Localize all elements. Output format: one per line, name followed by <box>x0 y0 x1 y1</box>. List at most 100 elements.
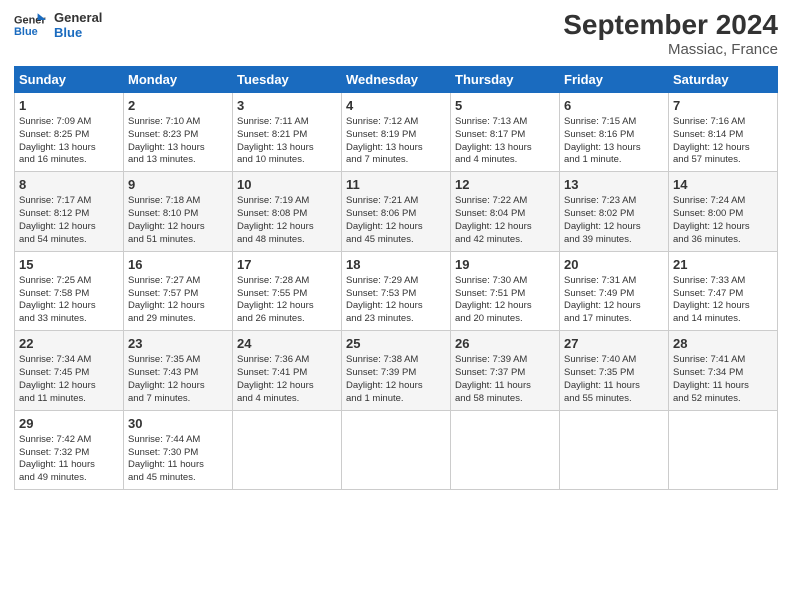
day-details: Sunrise: 7:11 AMSunset: 8:21 PMDaylight:… <box>237 116 337 167</box>
calendar-cell: 20Sunrise: 7:31 AMSunset: 7:49 PMDayligh… <box>560 251 669 330</box>
day-details: Sunrise: 7:18 AMSunset: 8:10 PMDaylight:… <box>128 195 228 246</box>
calendar-cell: 21Sunrise: 7:33 AMSunset: 7:47 PMDayligh… <box>669 251 778 330</box>
calendar-cell: 14Sunrise: 7:24 AMSunset: 8:00 PMDayligh… <box>669 172 778 251</box>
day-number: 2 <box>128 97 228 115</box>
day-details: Sunrise: 7:25 AMSunset: 7:58 PMDaylight:… <box>19 275 119 326</box>
day-details: Sunrise: 7:31 AMSunset: 7:49 PMDaylight:… <box>564 275 664 326</box>
header-sunday: Sunday <box>15 66 124 92</box>
calendar-cell: 10Sunrise: 7:19 AMSunset: 8:08 PMDayligh… <box>233 172 342 251</box>
calendar-cell: 23Sunrise: 7:35 AMSunset: 7:43 PMDayligh… <box>124 331 233 410</box>
day-number: 5 <box>455 97 555 115</box>
day-details: Sunrise: 7:17 AMSunset: 8:12 PMDaylight:… <box>19 195 119 246</box>
day-number: 23 <box>128 335 228 353</box>
day-number: 22 <box>19 335 119 353</box>
day-number: 8 <box>19 176 119 194</box>
calendar-cell: 6Sunrise: 7:15 AMSunset: 8:16 PMDaylight… <box>560 92 669 171</box>
day-details: Sunrise: 7:35 AMSunset: 7:43 PMDaylight:… <box>128 354 228 405</box>
day-number: 21 <box>673 256 773 274</box>
day-number: 25 <box>346 335 446 353</box>
day-details: Sunrise: 7:21 AMSunset: 8:06 PMDaylight:… <box>346 195 446 246</box>
day-details: Sunrise: 7:38 AMSunset: 7:39 PMDaylight:… <box>346 354 446 405</box>
calendar-week-row: 15Sunrise: 7:25 AMSunset: 7:58 PMDayligh… <box>15 251 778 330</box>
calendar-cell <box>669 410 778 489</box>
day-number: 26 <box>455 335 555 353</box>
calendar-week-row: 22Sunrise: 7:34 AMSunset: 7:45 PMDayligh… <box>15 331 778 410</box>
day-number: 30 <box>128 415 228 433</box>
day-details: Sunrise: 7:41 AMSunset: 7:34 PMDaylight:… <box>673 354 773 405</box>
calendar-table: Sunday Monday Tuesday Wednesday Thursday… <box>14 66 778 490</box>
day-number: 4 <box>346 97 446 115</box>
day-number: 12 <box>455 176 555 194</box>
day-details: Sunrise: 7:16 AMSunset: 8:14 PMDaylight:… <box>673 116 773 167</box>
header-monday: Monday <box>124 66 233 92</box>
day-details: Sunrise: 7:29 AMSunset: 7:53 PMDaylight:… <box>346 275 446 326</box>
calendar-cell: 5Sunrise: 7:13 AMSunset: 8:17 PMDaylight… <box>451 92 560 171</box>
logo-icon: General Blue <box>14 11 46 39</box>
calendar-cell: 2Sunrise: 7:10 AMSunset: 8:23 PMDaylight… <box>124 92 233 171</box>
day-details: Sunrise: 7:42 AMSunset: 7:32 PMDaylight:… <box>19 434 119 485</box>
day-number: 10 <box>237 176 337 194</box>
header-saturday: Saturday <box>669 66 778 92</box>
logo: General Blue General Blue <box>14 10 102 40</box>
header-row: General Blue General Blue September 2024… <box>14 10 778 58</box>
day-details: Sunrise: 7:27 AMSunset: 7:57 PMDaylight:… <box>128 275 228 326</box>
calendar-cell <box>560 410 669 489</box>
day-number: 17 <box>237 256 337 274</box>
calendar-cell: 11Sunrise: 7:21 AMSunset: 8:06 PMDayligh… <box>342 172 451 251</box>
day-details: Sunrise: 7:34 AMSunset: 7:45 PMDaylight:… <box>19 354 119 405</box>
day-number: 7 <box>673 97 773 115</box>
calendar-cell: 19Sunrise: 7:30 AMSunset: 7:51 PMDayligh… <box>451 251 560 330</box>
svg-text:Blue: Blue <box>14 26 38 38</box>
day-details: Sunrise: 7:36 AMSunset: 7:41 PMDaylight:… <box>237 354 337 405</box>
day-number: 11 <box>346 176 446 194</box>
calendar-header-row: Sunday Monday Tuesday Wednesday Thursday… <box>15 66 778 92</box>
calendar-week-row: 8Sunrise: 7:17 AMSunset: 8:12 PMDaylight… <box>15 172 778 251</box>
calendar-cell: 22Sunrise: 7:34 AMSunset: 7:45 PMDayligh… <box>15 331 124 410</box>
calendar-week-row: 29Sunrise: 7:42 AMSunset: 7:32 PMDayligh… <box>15 410 778 489</box>
calendar-cell: 18Sunrise: 7:29 AMSunset: 7:53 PMDayligh… <box>342 251 451 330</box>
day-details: Sunrise: 7:30 AMSunset: 7:51 PMDaylight:… <box>455 275 555 326</box>
calendar-cell: 17Sunrise: 7:28 AMSunset: 7:55 PMDayligh… <box>233 251 342 330</box>
day-number: 20 <box>564 256 664 274</box>
calendar-cell: 12Sunrise: 7:22 AMSunset: 8:04 PMDayligh… <box>451 172 560 251</box>
logo-general: General <box>54 10 102 25</box>
calendar-cell: 8Sunrise: 7:17 AMSunset: 8:12 PMDaylight… <box>15 172 124 251</box>
calendar-cell <box>451 410 560 489</box>
day-number: 9 <box>128 176 228 194</box>
calendar-cell: 3Sunrise: 7:11 AMSunset: 8:21 PMDaylight… <box>233 92 342 171</box>
calendar-cell: 15Sunrise: 7:25 AMSunset: 7:58 PMDayligh… <box>15 251 124 330</box>
day-number: 19 <box>455 256 555 274</box>
header-thursday: Thursday <box>451 66 560 92</box>
calendar-cell: 7Sunrise: 7:16 AMSunset: 8:14 PMDaylight… <box>669 92 778 171</box>
calendar-cell <box>233 410 342 489</box>
day-number: 3 <box>237 97 337 115</box>
day-number: 29 <box>19 415 119 433</box>
day-number: 15 <box>19 256 119 274</box>
calendar-week-row: 1Sunrise: 7:09 AMSunset: 8:25 PMDaylight… <box>15 92 778 171</box>
calendar-cell: 28Sunrise: 7:41 AMSunset: 7:34 PMDayligh… <box>669 331 778 410</box>
day-number: 18 <box>346 256 446 274</box>
day-details: Sunrise: 7:22 AMSunset: 8:04 PMDaylight:… <box>455 195 555 246</box>
day-number: 1 <box>19 97 119 115</box>
calendar-cell: 25Sunrise: 7:38 AMSunset: 7:39 PMDayligh… <box>342 331 451 410</box>
day-number: 24 <box>237 335 337 353</box>
day-details: Sunrise: 7:23 AMSunset: 8:02 PMDaylight:… <box>564 195 664 246</box>
day-details: Sunrise: 7:44 AMSunset: 7:30 PMDaylight:… <box>128 434 228 485</box>
day-number: 13 <box>564 176 664 194</box>
page-container: General Blue General Blue September 2024… <box>0 0 792 498</box>
title-block: September 2024 Massiac, France <box>563 10 778 58</box>
calendar-title: September 2024 <box>563 10 778 41</box>
header-friday: Friday <box>560 66 669 92</box>
day-details: Sunrise: 7:10 AMSunset: 8:23 PMDaylight:… <box>128 116 228 167</box>
day-details: Sunrise: 7:13 AMSunset: 8:17 PMDaylight:… <box>455 116 555 167</box>
calendar-cell: 4Sunrise: 7:12 AMSunset: 8:19 PMDaylight… <box>342 92 451 171</box>
day-details: Sunrise: 7:12 AMSunset: 8:19 PMDaylight:… <box>346 116 446 167</box>
day-number: 14 <box>673 176 773 194</box>
day-details: Sunrise: 7:33 AMSunset: 7:47 PMDaylight:… <box>673 275 773 326</box>
calendar-subtitle: Massiac, France <box>563 41 778 58</box>
day-details: Sunrise: 7:15 AMSunset: 8:16 PMDaylight:… <box>564 116 664 167</box>
day-number: 27 <box>564 335 664 353</box>
calendar-cell: 27Sunrise: 7:40 AMSunset: 7:35 PMDayligh… <box>560 331 669 410</box>
day-number: 6 <box>564 97 664 115</box>
day-details: Sunrise: 7:28 AMSunset: 7:55 PMDaylight:… <box>237 275 337 326</box>
